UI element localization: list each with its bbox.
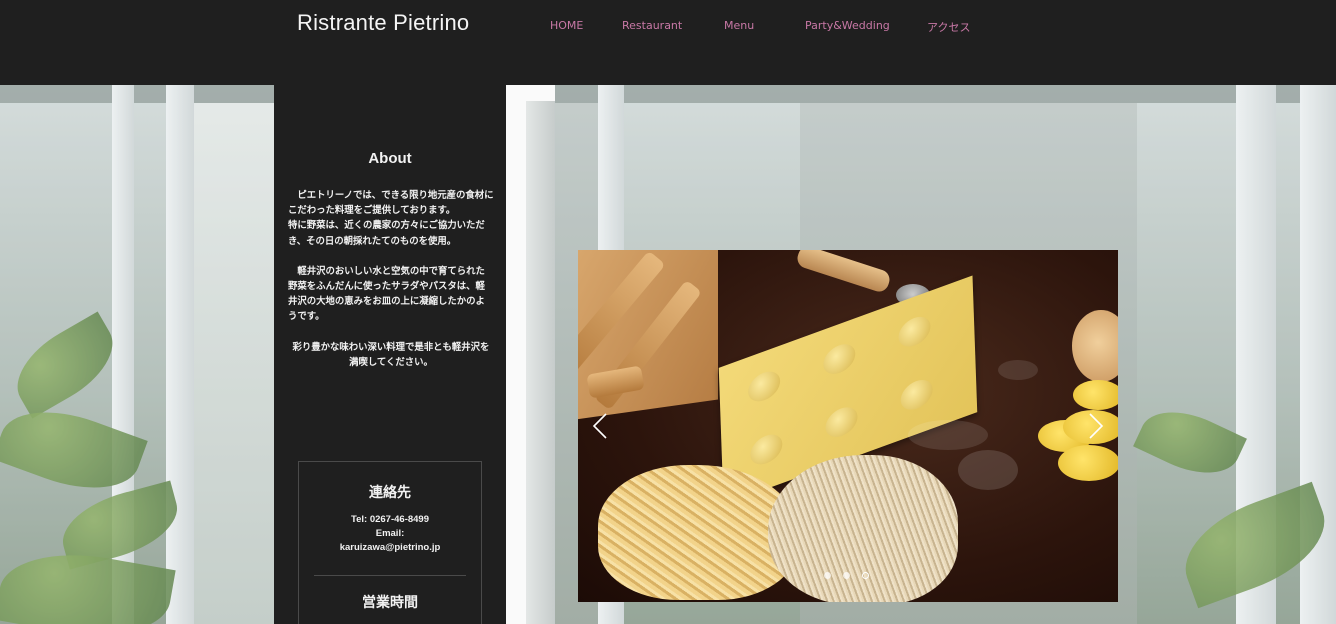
about-paragraph: 特に野菜は、近くの農家の方々にご協力いただき、その日の朝採れたてのものを使用。: [288, 220, 485, 247]
slide-indicators: [824, 572, 872, 582]
contact-heading: 連絡先: [369, 485, 411, 501]
about-paragraph: 軽井沢のおいしい水と空気の中で育てられた野菜をふんだんに使ったサラダやパスタは、…: [288, 265, 485, 323]
divider: [314, 575, 466, 576]
chevron-right-icon: [1088, 412, 1104, 440]
about-text: ピエトリーノでは、できる限り地元産の食材にこだわった料理をご提供しております。 …: [288, 188, 494, 370]
hours-heading: 営業時間: [362, 595, 418, 611]
nav-item-home[interactable]: HOME: [550, 19, 583, 32]
about-paragraph: 彩り豊かな味わい深い料理で是非とも軽井沢を満喫してください。: [292, 341, 490, 368]
next-slide-button[interactable]: [1088, 412, 1104, 440]
gallery-slideshow[interactable]: [578, 250, 1118, 602]
nav-item-party-wedding[interactable]: Party&Wedding: [805, 19, 890, 32]
about-panel: About ピエトリーノでは、できる限り地元産の食材にこだわった料理をご提供して…: [274, 85, 506, 624]
contact-email-label: Email:: [375, 528, 405, 539]
contact-email[interactable]: karuizawa@pietrino.jp: [299, 542, 481, 553]
nav-item-restaurant[interactable]: Restaurant: [622, 19, 682, 32]
decorative-column: [506, 85, 555, 624]
about-heading: About: [368, 150, 412, 167]
about-paragraph: ピエトリーノでは、できる限り地元産の食材にこだわった料理をご提供しております。: [288, 190, 494, 217]
prev-slide-button[interactable]: [592, 412, 608, 440]
slide-dot[interactable]: [824, 572, 831, 579]
contact-box: 連絡先 Tel: 0267-46-8499 Email: karuizawa@p…: [298, 461, 482, 624]
nav-item-menu[interactable]: Menu: [724, 19, 754, 32]
slide-dot-active[interactable]: [862, 572, 869, 579]
site-header: Ristrante Pietrino HOME Restaurant Menu …: [0, 0, 1336, 85]
nav-item-access[interactable]: アクセス: [927, 19, 970, 35]
chevron-left-icon: [592, 412, 608, 440]
slide-dot[interactable]: [843, 572, 850, 579]
contact-tel: Tel: 0267-46-8499: [351, 514, 429, 525]
site-title[interactable]: Ristrante Pietrino: [297, 10, 469, 36]
